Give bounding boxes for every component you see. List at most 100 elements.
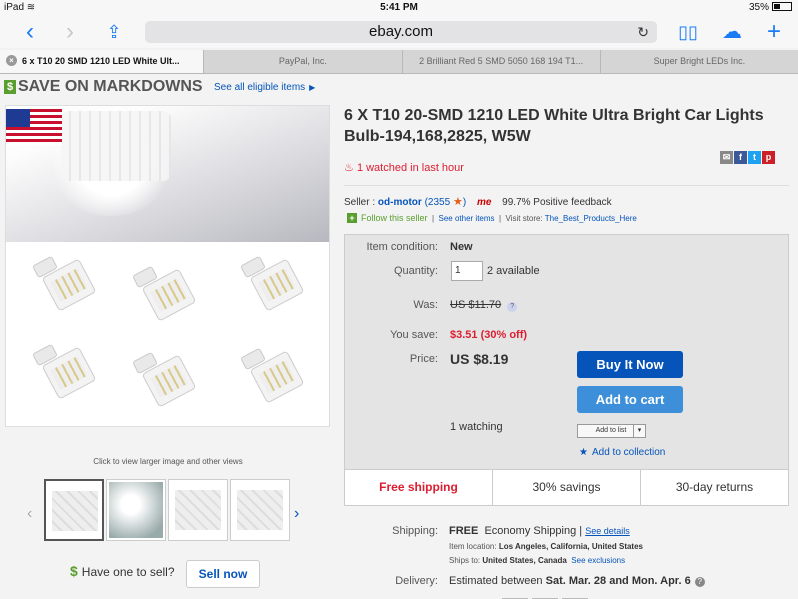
seller-name-link[interactable]: od-motor (378, 197, 422, 208)
price-value: US $8.19 (450, 351, 509, 367)
save-amount: $3.51 (30% off) (450, 329, 528, 341)
seller-links: + Follow this seller | See other items | … (347, 213, 637, 223)
forward-icon[interactable]: › (56, 18, 84, 46)
payment-methods (502, 593, 592, 599)
reload-icon[interactable]: ↻ (637, 21, 649, 43)
facebook-icon[interactable]: f (734, 151, 747, 164)
url-text: ebay.com (369, 23, 433, 40)
thumbnail-image (175, 490, 221, 530)
quantity-label: Quantity: (393, 265, 438, 277)
info-icon[interactable]: ? (507, 302, 518, 312)
feature-savings: 30% savings (492, 470, 640, 505)
new-tab-icon[interactable]: + (760, 18, 788, 46)
positive-feedback: 99.7% Positive feedback (502, 197, 612, 208)
feature-returns: 30-day returns (640, 470, 788, 505)
promo-banner: $ SAVE ON MARKDOWNS (4, 78, 203, 96)
tab-red-led[interactable]: 2 Brilliant Red 5 SMD 5050 168 194 T1... (401, 50, 600, 73)
seller-info: Seller : od-motor (2355 ★) me 99.7% Posi… (344, 195, 612, 208)
promo-headline: SAVE ON MARKDOWNS (18, 78, 203, 95)
chevron-down-icon[interactable]: ▾ (633, 424, 646, 438)
bookmarks-icon[interactable]: ▯▯ (674, 18, 702, 46)
watching-count: 1 watching (450, 421, 503, 433)
twitter-icon[interactable]: t (748, 151, 761, 164)
save-label: You save: (390, 329, 438, 341)
back-icon[interactable]: ‹ (16, 18, 44, 46)
was-label: Was: (413, 299, 438, 311)
clock: 5:41 PM (380, 2, 418, 13)
bulb-image (240, 255, 308, 318)
browser-toolbar: ‹ › ⇪ ebay.com ↻ ▯▯ ☁ + (0, 16, 798, 48)
email-icon[interactable]: ✉ (720, 151, 733, 164)
shipping-free: FREE (449, 525, 479, 537)
bulb-image (32, 255, 100, 318)
tab-ebay-listing[interactable]: × 6 x T10 20 SMD 1210 LED White Ult... (0, 50, 204, 73)
ships-to: Ships to: United States, Canada See excl… (449, 556, 626, 565)
me-badge-icon: me (476, 197, 492, 208)
item-location: Item location: Los Angeles, California, … (449, 542, 643, 551)
sell-text: Have one to sell? (81, 565, 175, 579)
see-other-items-link[interactable]: See other items (439, 214, 495, 223)
buy-it-now-button[interactable]: Buy It Now (577, 351, 683, 378)
listing-title: 6 X T10 20-SMD 1210 LED White Ultra Brig… (344, 107, 764, 145)
visit-store-label: Visit store: (505, 214, 543, 223)
hero-bulb-photo (6, 106, 329, 242)
price-label: Price: (409, 353, 438, 365)
divider (344, 185, 789, 186)
feature-free-shipping: Free shipping (379, 480, 458, 494)
quantity-input[interactable]: 1 (451, 261, 483, 281)
thumbnail-1[interactable] (44, 479, 104, 541)
add-to-cart-button[interactable]: Add to cart (577, 386, 683, 413)
condition-value: New (450, 241, 473, 253)
delivery-estimate: Estimated between Sat. Mar. 28 and Mon. … (449, 575, 705, 587)
watch-alert: ♨ 1 watched in last hour (344, 162, 464, 174)
bulb-image (240, 347, 308, 410)
thumb-prev-icon[interactable]: ‹ (27, 505, 32, 523)
bulb-image (132, 265, 200, 328)
share-icon[interactable]: ⇪ (100, 18, 128, 46)
feature-strip: Free shipping 30% savings 30-day returns (344, 469, 789, 506)
star-icon: ★ (579, 447, 588, 458)
us-flag-icon (6, 109, 62, 145)
address-bar[interactable]: ebay.com ↻ (145, 21, 657, 43)
shipping-method: Economy Shipping (484, 525, 577, 537)
bulb-closeup (61, 111, 171, 181)
thumb-next-icon[interactable]: › (294, 505, 299, 523)
bulb-grid-photo (6, 246, 329, 426)
tab-label: 6 x T10 20 SMD 1210 LED White Ult... (22, 56, 180, 66)
delivery-label: Delivery: (395, 575, 438, 587)
see-details-link[interactable]: See details (585, 526, 630, 536)
shipping-details: FREE Economy Shipping | See details (449, 525, 630, 537)
main-product-image[interactable] (5, 105, 330, 427)
plus-icon: + (347, 213, 357, 223)
follow-seller-link[interactable]: Follow this seller (361, 213, 428, 223)
sell-now-button[interactable]: Sell now (186, 560, 260, 588)
status-bar: iPad ≋ 5:41 PM 35% (0, 0, 798, 16)
condition-label: Item condition: (366, 241, 438, 253)
battery-icon (772, 2, 792, 11)
dollar-badge-icon: $ (4, 80, 16, 94)
help-icon[interactable]: ? (694, 577, 705, 587)
thumbnail-3[interactable] (168, 479, 228, 541)
dollar-icon: $ (70, 563, 78, 579)
thumbnail-image (52, 491, 98, 531)
pinterest-icon[interactable]: p (762, 151, 775, 164)
triangle-right-icon: ▶ (309, 83, 316, 92)
thumbnail-4[interactable] (230, 479, 290, 541)
icloud-tabs-icon[interactable]: ☁ (718, 18, 746, 46)
available-count: 2 available (487, 265, 540, 277)
see-all-eligible-link[interactable]: See all eligible items ▶ (214, 82, 315, 93)
was-price: US $11.70? (450, 299, 518, 312)
thumbnail-image (237, 490, 283, 530)
add-to-collection-link[interactable]: ★ Add to collection (579, 447, 665, 458)
thumbnail-image (109, 482, 163, 538)
thumbnail-2[interactable] (106, 479, 166, 541)
feedback-score-link[interactable]: (2355 ★) (425, 196, 467, 208)
share-icons: ✉ f t p (719, 147, 775, 165)
store-link[interactable]: The_Best_Products_Here (545, 214, 637, 223)
close-tab-icon[interactable]: × (6, 55, 17, 66)
shipping-label: Shipping: (392, 525, 438, 537)
tab-paypal[interactable]: PayPal, Inc. (203, 50, 401, 73)
tab-super-bright-leds[interactable]: Super Bright LEDs Inc. (599, 50, 798, 73)
gallery-caption: Click to view larger image and other vie… (93, 457, 243, 466)
see-exclusions-link[interactable]: See exclusions (571, 556, 625, 565)
